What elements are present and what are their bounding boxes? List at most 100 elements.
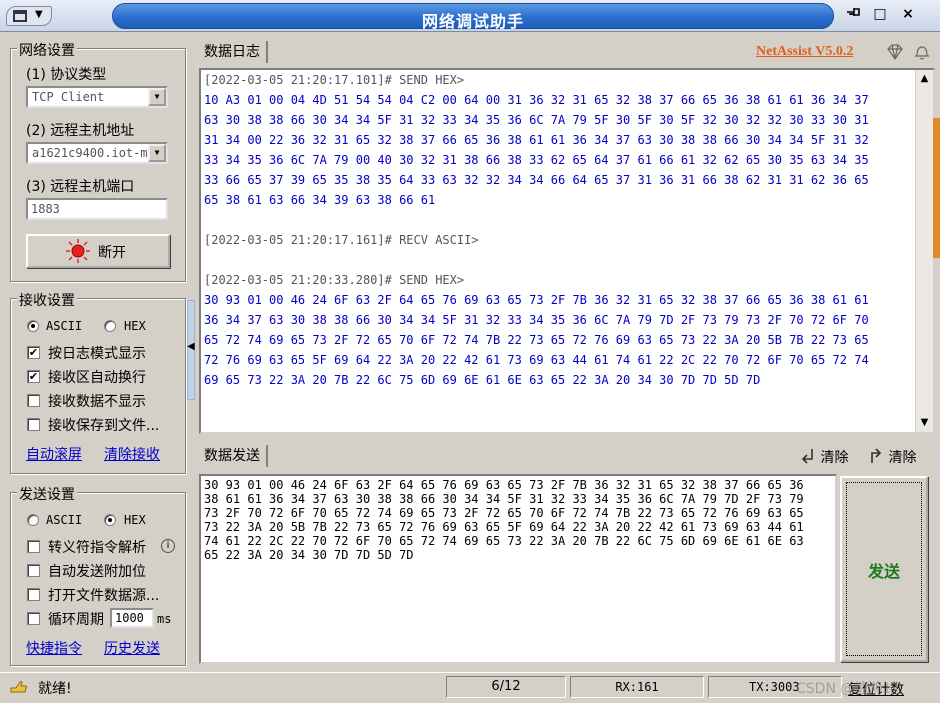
chevron-down-icon: ▼ — [35, 9, 43, 20]
escape-label: 转义符指令解析 — [48, 540, 146, 556]
append-label: 自动发送附加位 — [48, 564, 146, 580]
maximize-button[interactable]: □ — [866, 4, 894, 26]
send-ascii-radio[interactable] — [27, 514, 39, 526]
watermark: CSDN @惊鸿1 — [796, 681, 892, 697]
send-hex-radio[interactable] — [104, 514, 116, 526]
scroll-down-icon[interactable]: ▼ — [916, 414, 933, 432]
send-hex-line: 65 22 3A 20 34 30 7D 7D 5D 7D — [204, 548, 414, 562]
status-page: 6/12 — [446, 676, 566, 698]
status-led-icon — [66, 239, 90, 263]
window-title: 网络调试助手 — [421, 12, 524, 31]
chevron-down-icon[interactable]: ▼ — [148, 144, 166, 162]
scroll-up-icon[interactable]: ▲ — [916, 70, 933, 88]
port-input[interactable]: 1883 — [26, 198, 168, 220]
send-hex-line: 73 22 3A 20 5B 7B 22 73 65 72 76 69 63 6… — [204, 520, 804, 534]
status-ready: 就绪! — [38, 681, 72, 697]
send-hex-line: 74 61 22 2C 22 70 72 6F 70 65 72 74 69 6… — [204, 534, 804, 548]
hide-data-checkbox[interactable] — [27, 394, 40, 407]
protocol-select[interactable]: TCP Client ▼ — [26, 86, 168, 108]
save-file-label: 接收保存到文件... — [48, 418, 160, 434]
diamond-icon[interactable] — [886, 43, 904, 65]
append-checkbox[interactable] — [27, 564, 40, 577]
auto-scroll-link[interactable]: 自动滚屏 — [26, 444, 82, 464]
quick-command-link[interactable]: 快捷指令 — [26, 638, 82, 658]
log-mode-checkbox[interactable]: ✔ — [27, 346, 40, 359]
send-button[interactable]: 发送 — [840, 476, 928, 662]
recv-ascii-radio[interactable] — [27, 320, 39, 332]
bell-icon[interactable] — [912, 43, 932, 65]
port-label: (3) 远程主机端口 — [26, 179, 135, 195]
status-bar: 就绪! 6/12 RX:161 TX:3003 复位计数 CSDN @惊鸿1 — [0, 672, 940, 703]
brand-link[interactable]: NetAssist V5.0.2 — [756, 44, 853, 60]
close-button[interactable]: × — [894, 4, 922, 26]
clear-log-label: 清除 — [820, 450, 849, 466]
send-hex-line: 30 93 01 00 46 24 6F 63 2F 64 65 76 69 6… — [204, 478, 804, 492]
save-file-checkbox[interactable] — [27, 418, 40, 431]
status-rx: RX:161 — [570, 676, 704, 698]
system-menu-button[interactable]: ▼ — [6, 6, 52, 26]
disconnect-button[interactable]: 断开 — [26, 234, 170, 268]
log-hex-line: 65 72 74 69 65 73 2F 72 65 70 6F 72 74 7… — [204, 333, 869, 347]
log-hex-line: 36 34 37 63 30 38 38 66 30 34 34 5F 31 3… — [204, 313, 869, 327]
log-hex-line: 63 30 38 38 66 30 34 34 5F 31 32 33 34 3… — [204, 113, 869, 127]
title-bar: ▼ 网络调试助手 – □ × — [0, 0, 940, 32]
clear-log-button[interactable]: 清除 — [800, 447, 848, 467]
log-hex-line: 30 93 01 00 46 24 6F 63 2F 64 65 76 69 6… — [204, 293, 869, 307]
log-hex-line: 65 38 61 63 66 34 39 63 38 66 61 — [204, 193, 436, 207]
send-hex-line: 73 2F 70 72 6F 70 65 72 74 69 65 73 2F 7… — [204, 506, 804, 520]
disconnect-label: 断开 — [98, 245, 126, 261]
clear-send-button[interactable]: 清除 — [868, 447, 916, 467]
protocol-value: TCP Client — [32, 90, 105, 104]
log-scrollbar[interactable]: ▲ ▼ — [915, 70, 933, 432]
log-entry-header: [2022-03-05 21:20:17.161]# RECV ASCII> — [204, 233, 479, 247]
info-icon[interactable]: i — [161, 539, 175, 553]
loop-unit-label: ms — [157, 612, 172, 626]
protocol-label: (1) 协议类型 — [26, 67, 107, 83]
tab-data-log[interactable]: 数据日志 — [202, 41, 268, 63]
minimize-button[interactable]: – — [838, 4, 866, 26]
arrow-up-icon — [871, 448, 882, 463]
title-pill: 网络调试助手 — [112, 3, 834, 31]
panel-collapse-handle[interactable]: ◀ — [187, 300, 195, 400]
send-hex-label: HEX — [124, 513, 146, 527]
log-hex-line: 33 34 35 36 6C 7A 79 00 40 30 32 31 38 6… — [204, 153, 869, 167]
network-settings-title: 网络设置 — [17, 40, 77, 60]
window-controls: – □ × — [838, 4, 934, 28]
tab-data-send[interactable]: 数据发送 — [202, 445, 268, 467]
history-send-link[interactable]: 历史发送 — [104, 638, 160, 658]
auto-wrap-checkbox[interactable]: ✔ — [27, 370, 40, 383]
data-log-area[interactable]: [2022-03-05 21:20:17.101]# SEND HEX> 10 A… — [199, 68, 935, 434]
send-button-label: 发送 — [867, 562, 900, 581]
arrow-down-icon — [801, 449, 813, 464]
send-ascii-label: ASCII — [46, 513, 83, 527]
host-value: a1621c9400.iot-m — [32, 146, 148, 160]
clear-receive-link[interactable]: 清除接收 — [104, 444, 160, 464]
auto-wrap-label: 接收区自动换行 — [48, 370, 146, 386]
clear-send-label: 清除 — [888, 450, 917, 466]
app-icon — [13, 10, 27, 22]
receive-settings-title: 接收设置 — [17, 290, 77, 310]
file-source-checkbox[interactable] — [27, 588, 40, 601]
log-hex-line: 10 A3 01 00 04 4D 51 54 54 04 C2 00 64 0… — [204, 93, 869, 107]
send-hex-line: 38 61 61 36 34 37 63 30 38 38 66 30 34 3… — [204, 492, 804, 506]
log-hex-line: 33 66 65 37 39 65 35 38 35 64 33 63 32 3… — [204, 173, 869, 187]
send-settings-title: 发送设置 — [17, 484, 77, 504]
log-entry-header: [2022-03-05 21:20:33.280]# SEND HEX> — [204, 273, 465, 287]
log-hex-line: 31 34 00 22 36 32 31 65 32 38 37 66 65 3… — [204, 133, 869, 147]
loop-period-input[interactable]: 1000 — [110, 608, 154, 628]
chevron-left-icon: ◀ — [187, 341, 195, 352]
file-source-label: 打开文件数据源... — [48, 588, 160, 604]
log-entry-header: [2022-03-05 21:20:17.101]# SEND HEX> — [204, 73, 465, 87]
loop-label: 循环周期 — [48, 612, 104, 628]
escape-checkbox[interactable] — [27, 540, 40, 553]
send-textarea[interactable]: 30 93 01 00 46 24 6F 63 2F 64 65 76 69 6… — [199, 474, 837, 664]
loop-checkbox[interactable] — [27, 612, 40, 625]
log-hex-line: 69 65 73 22 3A 20 7B 22 6C 75 6D 69 6E 6… — [204, 373, 761, 387]
log-mode-label: 按日志模式显示 — [48, 346, 146, 362]
chevron-down-icon[interactable]: ▼ — [148, 88, 166, 106]
host-select[interactable]: a1621c9400.iot-m ▼ — [26, 142, 168, 164]
log-hex-line: 72 76 69 63 65 5F 69 64 22 3A 20 22 42 6… — [204, 353, 869, 367]
side-accent — [933, 118, 940, 258]
recv-hex-radio[interactable] — [104, 320, 116, 332]
host-label: (2) 远程主机地址 — [26, 123, 135, 139]
